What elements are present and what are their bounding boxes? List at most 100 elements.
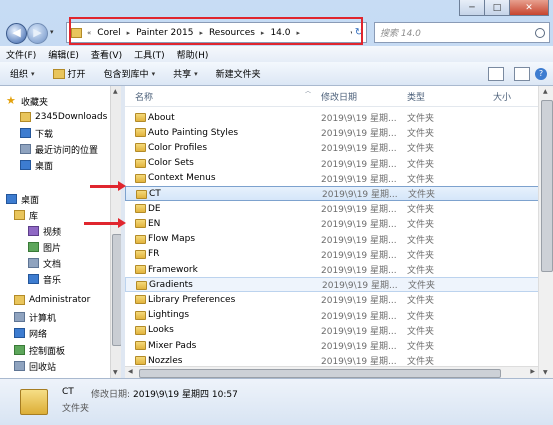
nav-recycle-bin[interactable]: 回收站 [14,359,56,373]
table-row[interactable]: Auto Painting Styles 2019\9\19 星期... 文件夹 [125,125,553,140]
scroll-down-icon[interactable]: ▼ [543,369,548,376]
table-row[interactable]: FR 2019\9\19 星期... 文件夹 [125,247,553,262]
folder-icon [135,341,146,350]
nav-library-pictures[interactable]: 图片 [28,240,61,254]
column-type[interactable]: 类型 [407,90,425,103]
table-row[interactable]: Context Menus 2019\9\19 星期... 文件夹 [125,171,553,186]
scroll-up-icon[interactable]: ▲ [543,88,548,95]
table-row[interactable]: Lightings 2019\9\19 星期... 文件夹 [125,308,553,323]
search-icon[interactable] [535,27,545,38]
menu-help[interactable]: 帮助(H) [171,48,215,61]
refresh-button[interactable]: ↻ [352,22,367,43]
recent-pages-dropdown[interactable]: ▾ [50,28,54,36]
share-button[interactable]: 共享 ▾ [163,67,206,81]
file-type: 文件夹 [407,326,435,337]
breadcrumb-separator-icon[interactable]: ▸ [125,29,133,37]
folder-icon [135,173,146,183]
view-options-icon[interactable] [488,66,504,81]
nav-library[interactable]: 库 [14,208,38,222]
menu-file[interactable]: 文件(F) [0,48,42,61]
breadcrumb-painter-2015[interactable]: Painter 2015 [132,28,197,38]
table-row[interactable]: Library Preferences 2019\9\19 星期... 文件夹 [125,292,553,307]
network-icon [14,328,25,338]
close-button[interactable]: ✕ [509,0,549,16]
file-type: 文件夹 [407,159,435,170]
folder-icon [52,68,65,79]
table-row[interactable]: Flow Maps 2019\9\19 星期... 文件夹 [125,232,553,247]
file-list-scrollbar[interactable]: ▲ ▼ [538,86,553,378]
scroll-up-icon[interactable]: ▲ [113,88,118,95]
breadcrumb-14-0[interactable]: 14.0 [266,28,294,38]
table-row[interactable]: Mixer Pads 2019\9\19 星期... 文件夹 [125,338,553,353]
nav-computer[interactable]: 计算机 [14,310,56,324]
nav-item-downloads[interactable]: 下载 [20,126,53,140]
annotation-arrow-en [84,218,126,228]
nav-item-2345downloads[interactable]: 2345Downloads [20,110,107,124]
open-button[interactable]: 打开 [43,67,94,80]
file-type: 文件夹 [407,220,435,231]
breadcrumb-separator-icon[interactable]: ▸ [294,29,302,37]
table-row[interactable]: CT 2019\9\19 星期... 文件夹 [125,186,553,201]
scroll-right-icon[interactable]: ▶ [530,368,535,375]
help-icon[interactable]: ? [535,67,547,80]
nav-desktop[interactable]: 桌面 [6,192,39,206]
folder-icon [136,190,147,199]
column-name[interactable]: 名称 [135,90,153,103]
star-icon: ★ [6,94,16,107]
search-box[interactable]: 搜索 14.0 [374,22,550,43]
file-modified-date: 2019\9\19 星期... [321,174,397,185]
organize-button[interactable]: 组织 ▾ [0,67,43,81]
maximize-button[interactable]: □ [484,0,510,16]
menu-edit[interactable]: 编辑(E) [42,48,85,61]
breadcrumb-separator-icon[interactable]: ▸ [197,29,205,37]
nav-item-desktop-fav[interactable]: 桌面 [20,158,53,172]
table-row[interactable]: About 2019\9\19 星期... 文件夹 [125,110,553,125]
menu-tools[interactable]: 工具(T) [128,48,171,61]
table-row[interactable]: Framework 2019\9\19 星期... 文件夹 [125,262,553,277]
menu-view[interactable]: 查看(V) [85,48,128,61]
folder-icon [135,234,146,244]
breadcrumb-corel[interactable]: Corel [93,28,124,38]
file-modified-date: 2019\9\19 星期... [321,342,397,352]
table-row[interactable]: Gradients 2019\9\19 星期... 文件夹 [125,277,553,293]
new-folder-button[interactable]: 新建文件夹 [206,67,269,80]
column-header: 名称 ︿ 修改日期 类型 大小 [125,86,553,107]
folder-icon [135,310,146,320]
nav-network[interactable]: 网络 [14,326,47,340]
details-type: 文件夹 [62,404,90,414]
scroll-down-icon[interactable]: ▼ [113,369,118,376]
file-name: Library Preferences [148,294,236,305]
breadcrumb-separator-icon[interactable]: ▸ [259,29,267,37]
column-date[interactable]: 修改日期 [321,90,357,103]
scrollbar-thumb[interactable] [541,100,553,272]
nav-user[interactable]: Administrator [14,293,90,307]
table-row[interactable]: Looks 2019\9\19 星期... 文件夹 [125,323,553,338]
folder-icon [135,204,146,214]
nav-library-music[interactable]: 音乐 [28,272,61,286]
address-bar[interactable]: « Corel ▸ Painter 2015 ▸ Resources ▸ 14.… [66,22,358,43]
scrollbar-thumb[interactable] [139,369,501,378]
forward-button[interactable]: ▶ [27,23,48,44]
file-modified-date: 2019\9\19 星期... [321,326,397,337]
nav-favorites[interactable]: ★ 收藏夹 [6,94,48,108]
nav-control-panel[interactable]: 控制面板 [14,343,65,357]
minimize-button[interactable]: ─ [459,0,485,16]
back-button[interactable]: ◀ [6,23,27,44]
nav-library-documents[interactable]: 文档 [28,256,61,270]
table-row[interactable]: EN 2019\9\19 星期... 文件夹 [125,216,553,231]
nav-favorites-label: 收藏夹 [21,97,49,108]
table-row[interactable]: Color Profiles 2019\9\19 星期... 文件夹 [125,140,553,155]
table-row[interactable]: DE 2019\9\19 星期... 文件夹 [125,201,553,216]
nav-item-recent-places[interactable]: 最近访问的位置 [20,142,98,156]
music-icon [28,274,39,284]
file-type: 文件夹 [407,114,435,124]
download-icon [20,128,31,138]
address-overflow-chevron[interactable]: « [85,29,93,37]
breadcrumb-resources[interactable]: Resources [205,28,259,38]
nav-library-video[interactable]: 视频 [28,224,61,238]
scroll-left-icon[interactable]: ◀ [128,368,133,375]
column-size[interactable]: 大小 [493,90,511,103]
table-row[interactable]: Color Sets 2019\9\19 星期... 文件夹 [125,156,553,171]
preview-pane-icon[interactable] [514,66,530,81]
include-in-library-button[interactable]: 包含到库中 ▾ [94,67,164,81]
